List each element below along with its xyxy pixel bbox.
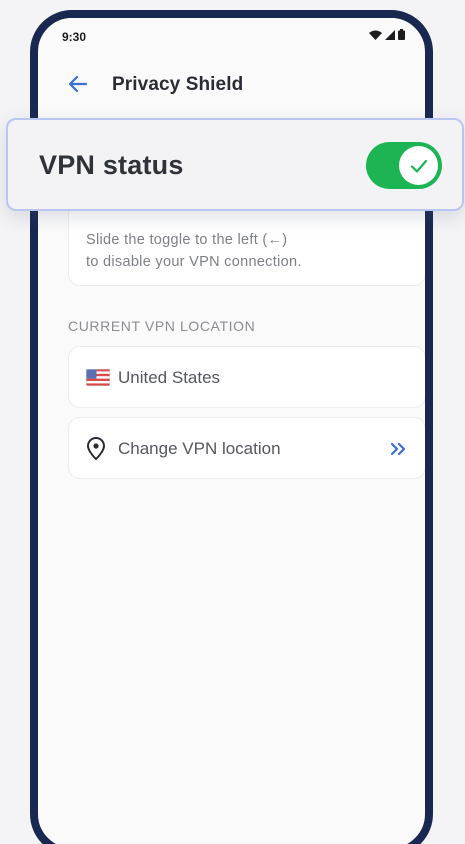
page-title: Privacy Shield bbox=[112, 74, 244, 95]
current-location-card: United States bbox=[68, 346, 425, 408]
check-icon bbox=[410, 159, 427, 173]
info-line-2: to disable your VPN connection. bbox=[86, 254, 302, 270]
current-location-label: United States bbox=[118, 368, 221, 387]
signal-icon bbox=[385, 29, 395, 40]
vpn-toggle[interactable] bbox=[366, 142, 442, 189]
wifi-icon bbox=[369, 30, 382, 40]
location-pin-icon bbox=[87, 437, 105, 460]
change-location-button[interactable]: Change VPN location bbox=[68, 417, 425, 479]
status-time: 9:30 bbox=[62, 30, 87, 44]
section-label-location: CURRENT VPN LOCATION bbox=[68, 318, 256, 334]
status-bar: 9:30 bbox=[38, 18, 425, 46]
vpn-status-card: VPN status bbox=[6, 118, 464, 211]
info-line-1: Slide the toggle to the left (←) bbox=[86, 232, 288, 248]
app-bar: Privacy Shield bbox=[38, 58, 425, 114]
battery-icon bbox=[398, 29, 405, 40]
screen: 9:30 Privacy Shield Slide the toggle to … bbox=[0, 0, 465, 844]
toggle-knob bbox=[399, 146, 438, 185]
vpn-status-label: VPN status bbox=[39, 150, 184, 180]
status-icons bbox=[369, 29, 405, 40]
us-flag-icon bbox=[86, 369, 110, 386]
change-location-label: Change VPN location bbox=[118, 439, 281, 458]
arrow-left-icon[interactable] bbox=[66, 72, 90, 96]
double-chevron-right-icon bbox=[390, 442, 406, 456]
info-text: Slide the toggle to the left (←) to disa… bbox=[86, 229, 302, 273]
